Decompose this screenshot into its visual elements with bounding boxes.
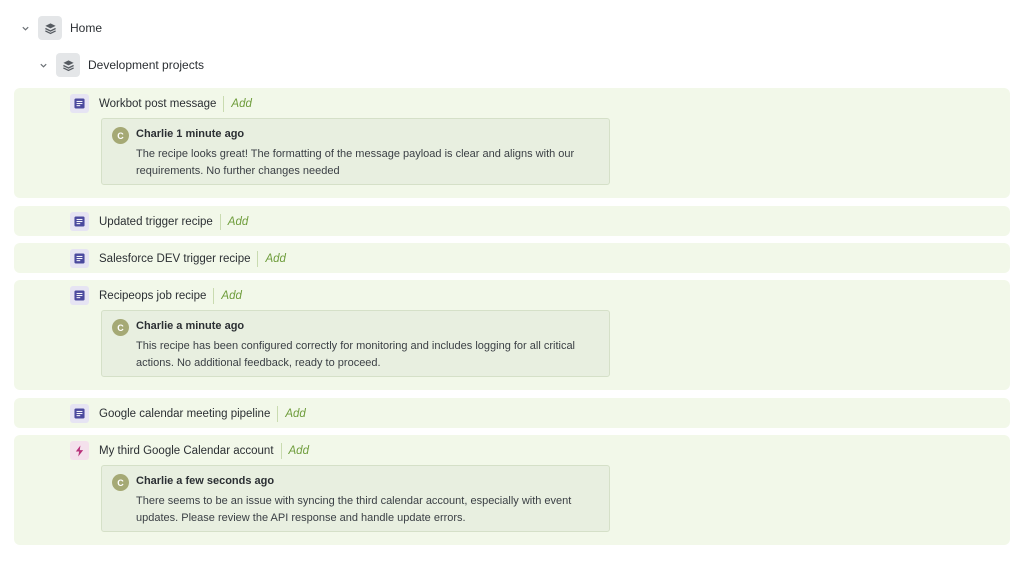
tree-label-development-projects: Development projects bbox=[88, 58, 205, 72]
add-comment-link[interactable]: Add bbox=[289, 445, 309, 457]
add-comment-link[interactable]: Add bbox=[231, 98, 251, 110]
avatar: C bbox=[112, 319, 129, 336]
lightning-icon bbox=[70, 441, 89, 460]
document-icon bbox=[70, 286, 89, 305]
add-comment-link[interactable]: Add bbox=[228, 216, 248, 228]
document-icon bbox=[70, 212, 89, 231]
recipe-header: Google calendar meeting pipeline Add bbox=[70, 404, 306, 423]
comment-time: a few seconds ago bbox=[176, 475, 275, 487]
comment-author: Charlie bbox=[136, 320, 174, 332]
comment-time: 1 minute ago bbox=[176, 128, 245, 140]
comment-author: Charlie bbox=[136, 128, 174, 140]
recipe-header: Recipeops job recipe Add bbox=[70, 286, 242, 305]
recipe-name-link[interactable]: Salesforce DEV trigger recipe bbox=[99, 253, 250, 265]
divider bbox=[219, 213, 221, 230]
comment-text: There seems to be an issue with syncing … bbox=[136, 495, 572, 524]
chevron-down-icon[interactable] bbox=[20, 23, 30, 33]
recipe-row: Updated trigger recipe Add bbox=[14, 206, 1010, 236]
recipe-name-link[interactable]: Google calendar meeting pipeline bbox=[99, 408, 270, 420]
recipe-header: Updated trigger recipe Add bbox=[70, 212, 248, 231]
comment-meta: Charlie a minute ago bbox=[136, 320, 244, 332]
comment-card: C Charlie 1 minute ago The recipe looks g… bbox=[101, 118, 610, 185]
recipe-header: Salesforce DEV trigger recipe Add bbox=[70, 249, 286, 268]
chevron-down-icon[interactable] bbox=[38, 60, 48, 70]
recipe-name-link[interactable]: Recipeops job recipe bbox=[99, 290, 206, 302]
recipe-header: My third Google Calendar account Add bbox=[70, 441, 309, 460]
recipe-header: Workbot post message Add bbox=[70, 94, 252, 113]
comment-meta: Charlie 1 minute ago bbox=[136, 128, 244, 140]
divider bbox=[213, 287, 215, 304]
recipe-row: Salesforce DEV trigger recipe Add bbox=[14, 243, 1010, 273]
tree-node-home[interactable]: Home bbox=[20, 16, 102, 40]
comment-card: C Charlie a minute ago This recipe has be… bbox=[101, 310, 610, 377]
recipe-row: Recipeops job recipe Add C Charlie a minu… bbox=[14, 280, 1010, 390]
divider bbox=[277, 405, 279, 422]
comment-text: This recipe has been configured correctl… bbox=[136, 340, 576, 369]
comment-meta: Charlie a few seconds ago bbox=[136, 475, 274, 487]
recipe-name-link[interactable]: Updated trigger recipe bbox=[99, 216, 213, 228]
comment-card: C Charlie a few seconds ago There seems t… bbox=[101, 465, 610, 532]
document-icon bbox=[70, 249, 89, 268]
divider bbox=[223, 95, 225, 112]
folder-stack-icon bbox=[38, 16, 62, 40]
tree-node-development-projects[interactable]: Development projects bbox=[38, 53, 204, 77]
comment-author: Charlie bbox=[136, 475, 174, 487]
document-icon bbox=[70, 94, 89, 113]
document-icon bbox=[70, 404, 89, 423]
recipe-row: Google calendar meeting pipeline Add bbox=[14, 398, 1010, 428]
recipe-row: My third Google Calendar account Add C C… bbox=[14, 435, 1010, 545]
add-comment-link[interactable]: Add bbox=[285, 408, 305, 420]
recipe-row: Workbot post message Add C Charlie 1 minu… bbox=[14, 88, 1010, 198]
add-comment-link[interactable]: Add bbox=[265, 253, 285, 265]
comment-text: The recipe looks great! The formatting o… bbox=[136, 148, 575, 177]
recipe-name-link[interactable]: Workbot post message bbox=[99, 98, 216, 110]
divider bbox=[257, 250, 259, 267]
divider bbox=[280, 442, 282, 459]
add-comment-link[interactable]: Add bbox=[221, 290, 241, 302]
recipe-name-link[interactable]: My third Google Calendar account bbox=[99, 445, 274, 457]
avatar: C bbox=[112, 474, 129, 491]
comment-time: a minute ago bbox=[176, 320, 245, 332]
avatar: C bbox=[112, 127, 129, 144]
folder-stack-icon bbox=[56, 53, 80, 77]
tree-label-home: Home bbox=[70, 21, 103, 35]
